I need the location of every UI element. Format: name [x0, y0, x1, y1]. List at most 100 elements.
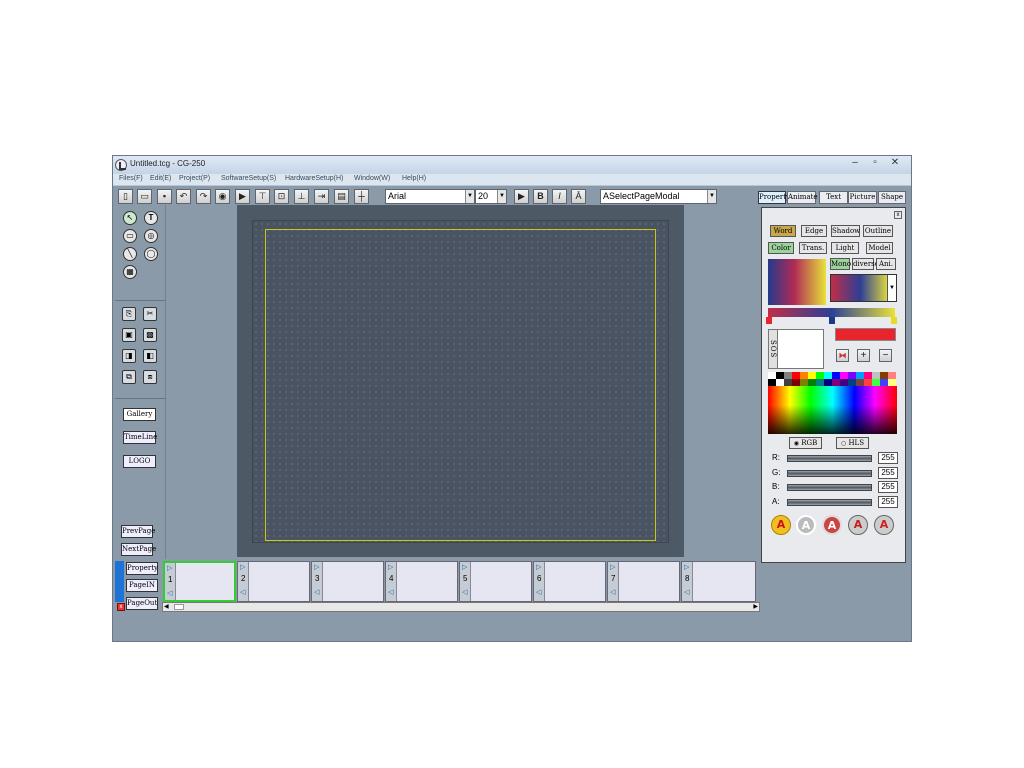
color-swatch[interactable]: [824, 372, 832, 379]
text-style-edge-icon[interactable]: A: [822, 515, 842, 535]
mono-button[interactable]: Mono: [830, 258, 851, 270]
bold-button[interactable]: B: [533, 189, 548, 204]
color-swatch[interactable]: [776, 372, 784, 379]
align-top-icon[interactable]: ⊤: [255, 189, 270, 204]
tab-shadow[interactable]: Shadow: [831, 225, 860, 237]
logo-button[interactable]: LOGO: [123, 455, 156, 468]
italic-button[interactable]: I: [552, 189, 567, 204]
tab-color[interactable]: Color: [768, 242, 794, 254]
select-arrow-icon[interactable]: ↖: [123, 211, 137, 225]
rectangle-tool-icon[interactable]: ▭: [123, 229, 137, 243]
page-out-button[interactable]: PageOut: [126, 597, 158, 610]
add-stop-button[interactable]: +: [857, 349, 870, 362]
color-swatch[interactable]: [824, 379, 832, 386]
next-page-button[interactable]: NextPage: [121, 543, 156, 556]
color-spectrum-picker[interactable]: [768, 386, 897, 434]
color-swatch[interactable]: [832, 379, 840, 386]
play-frame-icon[interactable]: ▶: [235, 189, 250, 204]
b-channel-value[interactable]: 255: [878, 481, 898, 493]
color-swatch[interactable]: [768, 372, 776, 379]
align-center-icon[interactable]: ⊡: [274, 189, 289, 204]
color-swatch[interactable]: [848, 372, 856, 379]
b-channel-slider[interactable]: [787, 484, 872, 491]
scroll-left-icon[interactable]: ◀: [164, 603, 169, 611]
rgb-mode-button[interactable]: ◉ RGB: [789, 437, 822, 449]
color-swatch[interactable]: [808, 379, 816, 386]
text-style-shadow-icon[interactable]: A: [848, 515, 868, 535]
close-button[interactable]: ✕: [885, 157, 905, 170]
gradient-stop-handle[interactable]: [766, 317, 772, 324]
maximize-button[interactable]: ▫: [865, 157, 885, 170]
font-family-select[interactable]: Arial ▼: [385, 189, 475, 204]
color-swatch[interactable]: [864, 379, 872, 386]
text-tool-icon[interactable]: T: [144, 211, 158, 225]
text-style-outline-icon[interactable]: A: [796, 515, 816, 535]
hls-mode-button[interactable]: ○ HLS: [836, 437, 869, 449]
tab-word[interactable]: Word: [770, 225, 796, 237]
page-slot[interactable]: ▷ 3 ◁: [311, 561, 384, 602]
color-swatch[interactable]: [888, 372, 896, 379]
tab-edge[interactable]: Edge: [801, 225, 827, 237]
color-swatch[interactable]: [784, 379, 792, 386]
color-swatch[interactable]: [880, 379, 888, 386]
color-swatch[interactable]: [840, 379, 848, 386]
prev-page-button[interactable]: PrevPage: [121, 525, 155, 538]
design-canvas[interactable]: [252, 220, 669, 543]
text-style-light-icon[interactable]: A: [874, 515, 894, 535]
menu-window[interactable]: Window(W): [354, 175, 390, 182]
menu-project[interactable]: Project(P): [179, 175, 210, 182]
tab-animate[interactable]: Animate: [787, 191, 818, 204]
color-swatch[interactable]: [848, 379, 856, 386]
page-slot[interactable]: ▷ 1 ◁: [163, 561, 236, 602]
page-slot[interactable]: ▷ 8 ◁: [681, 561, 756, 602]
output-icon[interactable]: ⇥: [314, 189, 329, 204]
color-swatch[interactable]: [816, 372, 824, 379]
save-icon[interactable]: ▪: [157, 189, 172, 204]
menu-hardware-setup[interactable]: HardwareSetup(H): [285, 175, 343, 182]
gradient-select[interactable]: ▼: [830, 274, 897, 302]
g-channel-slider[interactable]: [787, 470, 872, 477]
text-style-fill-icon[interactable]: A: [771, 515, 791, 535]
table-tool-icon[interactable]: ▦: [123, 265, 137, 279]
color-swatch[interactable]: [792, 372, 800, 379]
line-tool-icon[interactable]: ╲: [123, 247, 137, 261]
preview-eye-icon[interactable]: ◉: [215, 189, 230, 204]
selected-color-swatch[interactable]: [835, 328, 896, 341]
color-swatch[interactable]: [784, 372, 792, 379]
page-strip-scrollbar[interactable]: ◀ ▶: [162, 602, 760, 612]
text-style-icon[interactable]: Ā: [571, 189, 586, 204]
tab-light[interactable]: Light: [831, 242, 859, 254]
new-file-icon[interactable]: ▯: [118, 189, 133, 204]
font-size-select[interactable]: 20 ▼: [475, 189, 507, 204]
color-swatch[interactable]: [816, 379, 824, 386]
circle-tool-icon[interactable]: ◯: [144, 247, 158, 261]
color-swatch[interactable]: [864, 372, 872, 379]
timeline-button[interactable]: TimeLine: [123, 431, 157, 444]
undo-icon[interactable]: ↶: [176, 189, 191, 204]
open-folder-icon[interactable]: ▭: [137, 189, 152, 204]
ungroup-icon[interactable]: ⧈: [143, 370, 157, 384]
a-channel-slider[interactable]: [787, 499, 872, 506]
ellipse-tool-icon[interactable]: ◎: [144, 229, 158, 243]
page-in-button[interactable]: PageIN: [126, 579, 158, 592]
color-swatch[interactable]: [888, 379, 896, 386]
tab-outline[interactable]: Outline: [863, 225, 893, 237]
paste-icon[interactable]: ▣: [122, 328, 136, 342]
ani-button[interactable]: Ani.: [876, 258, 896, 270]
r-channel-slider[interactable]: [787, 455, 872, 462]
color-swatch[interactable]: [808, 372, 816, 379]
menu-help[interactable]: Help(H): [402, 175, 426, 182]
grid-icon[interactable]: ┼: [354, 189, 369, 204]
print-icon[interactable]: ▤: [334, 189, 349, 204]
page-slot[interactable]: ▷ 6 ◁: [533, 561, 606, 602]
scroll-thumb[interactable]: [174, 604, 184, 610]
page-slot[interactable]: ▷ 5 ◁: [459, 561, 532, 602]
menu-files[interactable]: Files(F): [119, 175, 143, 182]
tab-model[interactable]: Model: [866, 242, 893, 254]
tab-picture[interactable]: Picture: [848, 191, 877, 204]
bring-front-icon[interactable]: ◨: [122, 349, 136, 363]
close-icon[interactable]: x: [894, 211, 902, 219]
menu-software-setup[interactable]: SoftwareSetup(S): [221, 175, 276, 182]
page-slot[interactable]: ▷ 2 ◁: [237, 561, 310, 602]
tab-text[interactable]: Text: [819, 191, 848, 204]
